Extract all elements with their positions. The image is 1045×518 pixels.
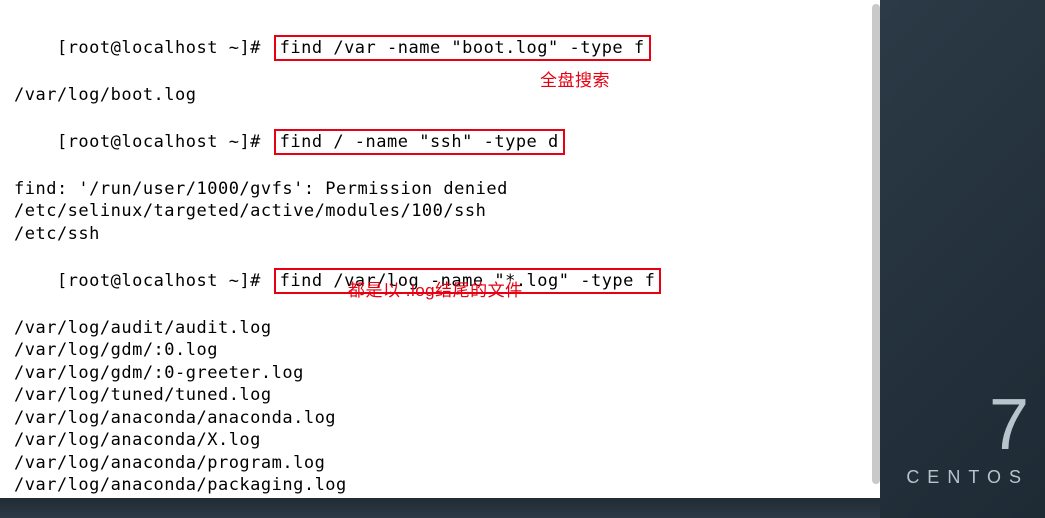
desktop-background: 7 CENTOS bbox=[880, 0, 1045, 518]
terminal-output-line: /etc/selinux/targeted/active/modules/100… bbox=[14, 200, 866, 223]
terminal-output-line: /var/log/gdm/:0.log bbox=[14, 339, 866, 362]
terminal-output-line: /etc/ssh bbox=[14, 223, 866, 246]
shell-prompt: [root@localhost ~]# bbox=[57, 271, 272, 291]
annotation-log-suffix: 都是以 .log结尾的文件 bbox=[348, 280, 523, 303]
centos-version: 7 bbox=[906, 389, 1029, 461]
annotation-fulldisk-search: 全盘搜索 bbox=[540, 70, 610, 93]
terminal-output-line: /var/log/anaconda/program.log bbox=[14, 452, 866, 475]
window-shadow bbox=[0, 498, 880, 518]
terminal-output-line: /var/log/anaconda/X.log bbox=[14, 429, 866, 452]
terminal-output-line: /var/log/tuned/tuned.log bbox=[14, 384, 866, 407]
command-highlight-box: find / -name "ssh" -type d bbox=[274, 129, 565, 156]
terminal-output-line: /var/log/anaconda/packaging.log bbox=[14, 474, 866, 497]
command-highlight-box: find /var -name "boot.log" -type f bbox=[274, 35, 651, 62]
centos-label: CENTOS bbox=[906, 467, 1029, 488]
command-text: find / -name "ssh" -type d bbox=[280, 132, 559, 152]
terminal-output-line: /var/log/anaconda/anaconda.log bbox=[14, 407, 866, 430]
shell-prompt: [root@localhost ~]# bbox=[57, 38, 272, 58]
terminal-output-line: /var/log/boot.log bbox=[14, 84, 866, 107]
scrollbar-thumb[interactable] bbox=[872, 4, 880, 484]
centos-branding: 7 CENTOS bbox=[906, 389, 1029, 488]
command-text: find /var -name "boot.log" -type f bbox=[280, 38, 645, 58]
shell-prompt: [root@localhost ~]# bbox=[57, 132, 272, 152]
terminal-output-line: find: '/run/user/1000/gvfs': Permission … bbox=[14, 178, 866, 201]
terminal-output-line: /var/log/audit/audit.log bbox=[14, 317, 866, 340]
terminal-line: [root@localhost ~]# find / -name "ssh" -… bbox=[14, 106, 866, 178]
terminal-scrollbar[interactable] bbox=[872, 4, 880, 494]
terminal-line: [root@localhost ~]# find /var -name "boo… bbox=[14, 12, 866, 84]
terminal-output-line: /var/log/gdm/:0-greeter.log bbox=[14, 362, 866, 385]
terminal-window[interactable]: [root@localhost ~]# find /var -name "boo… bbox=[0, 0, 880, 498]
